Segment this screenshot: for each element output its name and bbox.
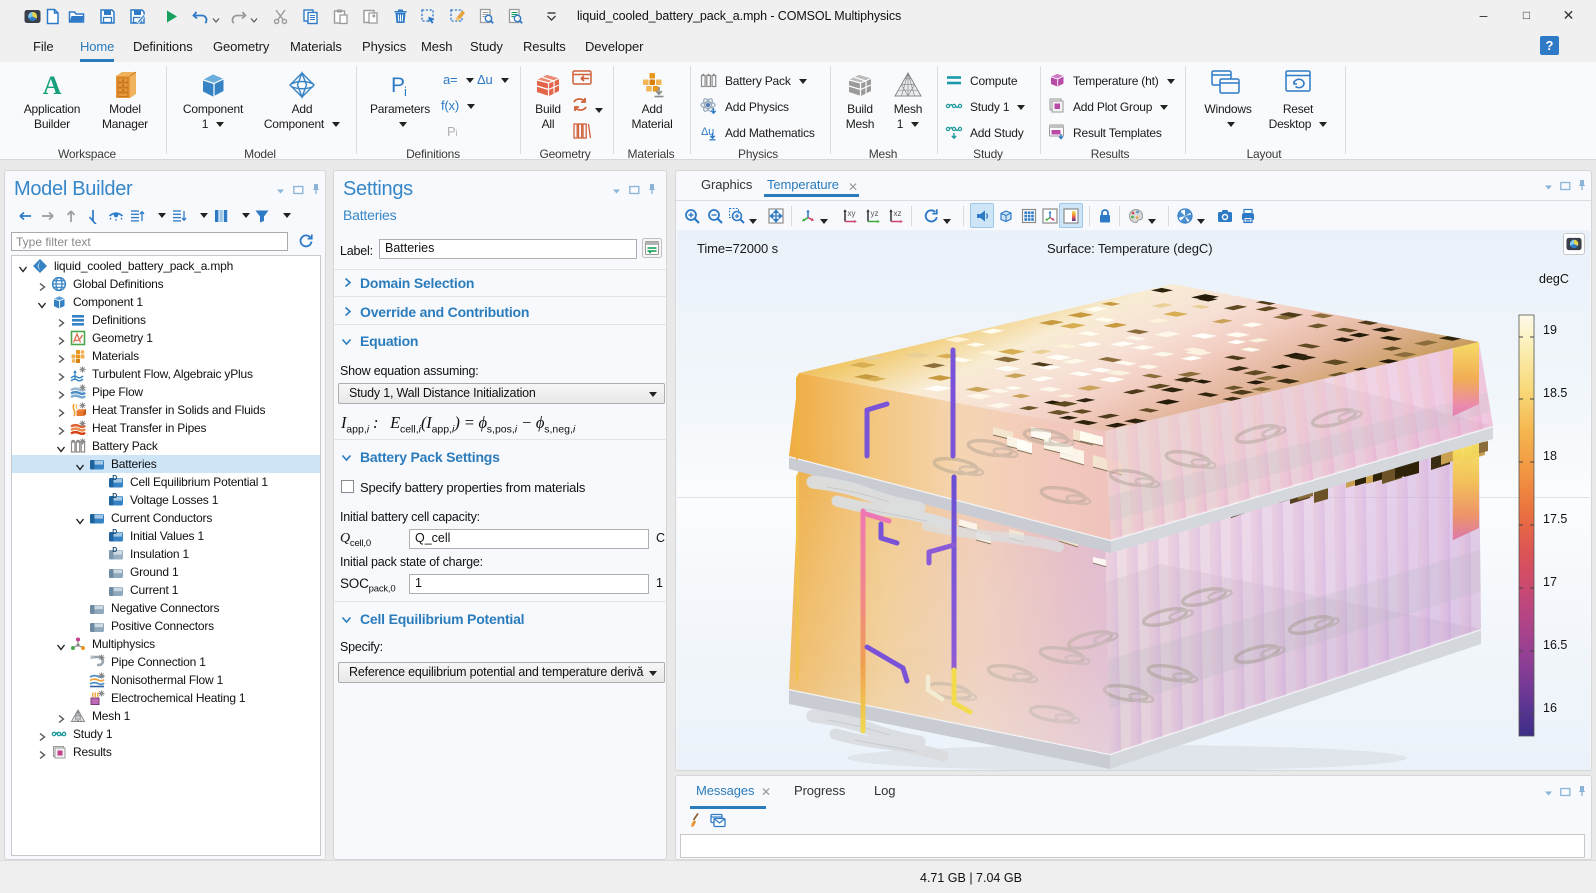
svg-text:D: D xyxy=(112,529,117,536)
svg-text:yz: yz xyxy=(871,209,879,218)
svg-text:xy: xy xyxy=(848,209,856,218)
svg-text:D: D xyxy=(112,475,117,482)
svg-text:A: A xyxy=(43,71,62,100)
svg-text:P: P xyxy=(391,74,405,97)
svg-text:D: D xyxy=(112,547,117,554)
svg-text:D: D xyxy=(112,493,117,500)
svg-text:i: i xyxy=(404,84,407,99)
svg-text:xz: xz xyxy=(894,209,902,218)
